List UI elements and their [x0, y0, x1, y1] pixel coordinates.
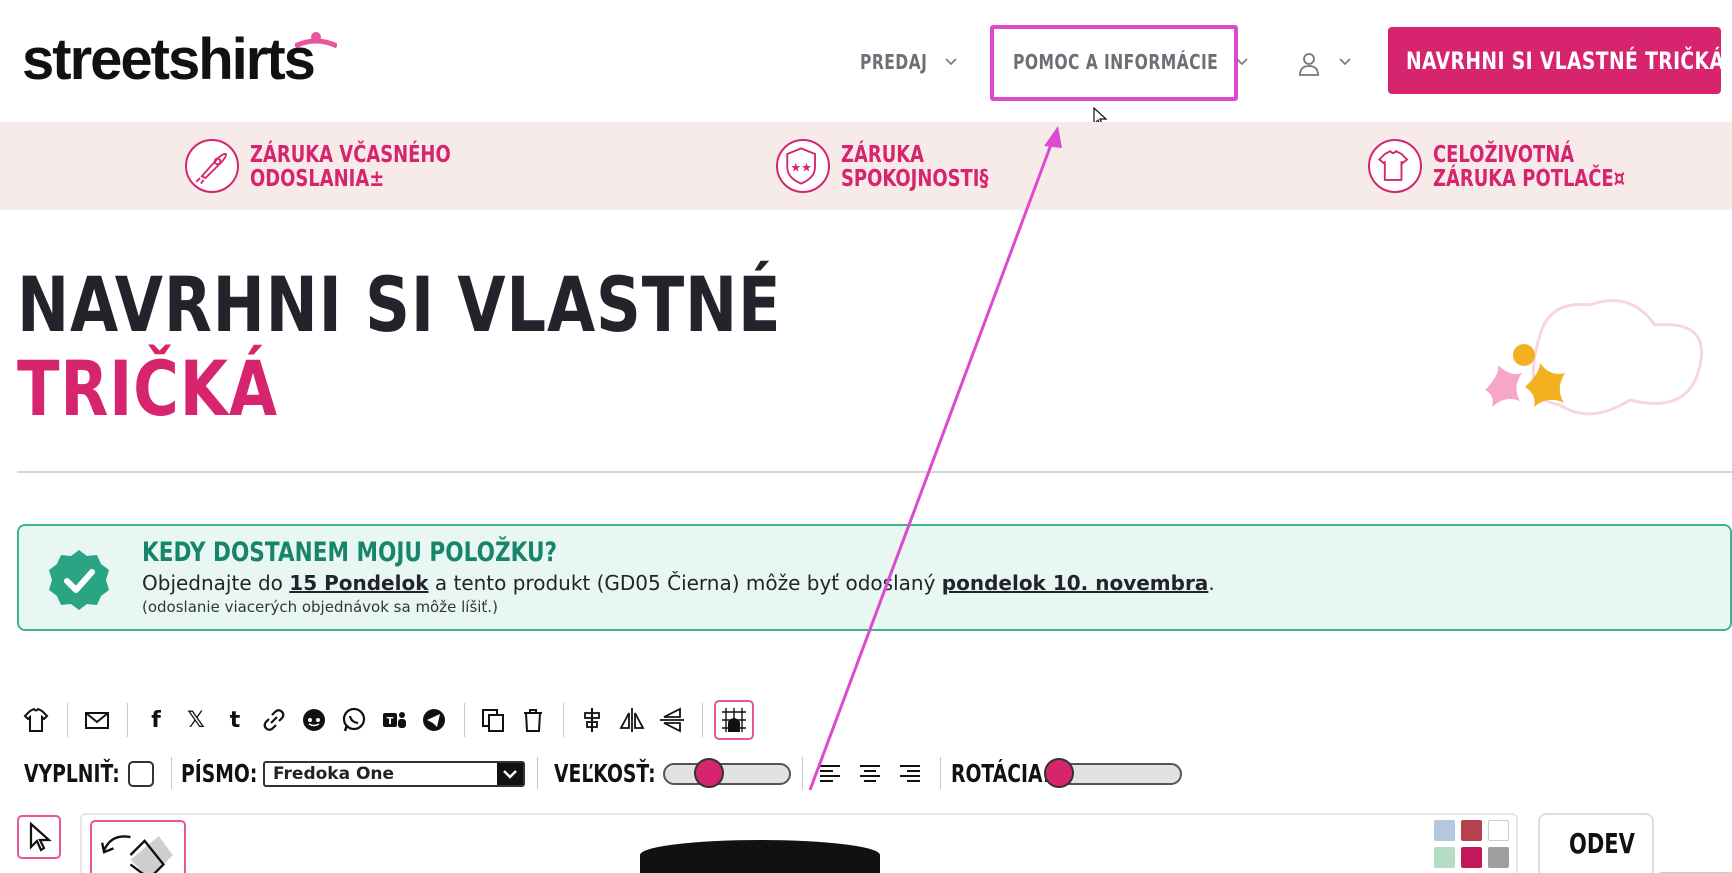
flip-vertical-icon[interactable]: [657, 705, 687, 735]
grid-snap-toggle[interactable]: [714, 700, 754, 740]
cta-label: NAVRHNI SI VLASTNÉ TRIČKÁ: [1406, 47, 1725, 75]
whatsapp-icon[interactable]: [339, 705, 369, 735]
font-select[interactable]: Fredoka One: [263, 761, 525, 787]
guarantee-on-time-dispatch: ZÁRUKA VČASNÉHO ODOSLANIA±: [250, 143, 451, 191]
tshirt-print-icon: [1368, 139, 1422, 193]
toolbar-separator: [67, 703, 68, 737]
align-center-vertical-icon[interactable]: [577, 705, 607, 735]
tumblr-icon[interactable]: t: [220, 705, 250, 735]
font-select-value: Fredoka One: [273, 764, 395, 784]
color-swatch[interactable]: [1434, 847, 1455, 868]
toolbar-separator: [127, 703, 128, 737]
chevron-down-icon[interactable]: [1339, 58, 1351, 66]
notice-text-middle: a tento produkt (GD05 Čierna) môže byť o…: [428, 571, 942, 595]
toolbar-separator: [802, 757, 803, 789]
toolbar-separator: [171, 757, 172, 789]
design-thumbnail[interactable]: [90, 820, 186, 873]
color-swatch[interactable]: [1488, 847, 1509, 868]
toolbar-separator: [940, 757, 941, 789]
tab-odev-label: ODEV: [1569, 827, 1635, 860]
verified-check-icon: [49, 550, 109, 610]
select-tool-button[interactable]: [17, 815, 61, 859]
chevron-down-icon: [497, 763, 523, 785]
nav-pomoc-a-informacie[interactable]: POMOC A INFORMÁCIE: [1013, 50, 1218, 74]
notice-ship-date-link[interactable]: pondelok 10. novembra: [942, 571, 1209, 595]
svg-text:★★: ★★: [790, 161, 812, 175]
decorative-sparkles: [1485, 299, 1703, 416]
x-twitter-icon[interactable]: 𝕏: [181, 705, 211, 735]
streetshirts-logo[interactable]: streetshirts: [22, 28, 316, 92]
notice-text: Objednajte do 15 Pondelok a tento produk…: [142, 571, 1215, 595]
satisfaction-badge-icon: ★★: [776, 139, 830, 193]
design-your-own-shirts-button[interactable]: NAVRHNI SI VLASTNÉ TRIČKÁ: [1388, 27, 1725, 94]
toolbar-separator: [537, 757, 538, 789]
size-label: VEĽKOSŤ:: [554, 759, 656, 788]
guarantee-line: ODOSLANIA±: [250, 166, 385, 192]
toolbar-separator: [464, 703, 465, 737]
undo-design-icon: [101, 835, 173, 873]
tshirt-preview[interactable]: [640, 840, 880, 873]
guarantee-line: ZÁRUKA: [841, 142, 925, 168]
color-swatch[interactable]: [1461, 847, 1482, 868]
guarantee-line: ZÁRUKA VČASNÉHO: [250, 142, 451, 168]
size-slider[interactable]: [663, 763, 791, 785]
font-label: PÍSMO:: [181, 759, 258, 788]
pointer-icon: [29, 821, 52, 852]
toolbar-separator: [563, 703, 564, 737]
align-center-icon[interactable]: [855, 759, 885, 789]
nav-pomoc-label: POMOC A INFORMÁCIE: [1013, 50, 1219, 74]
notice-title: KEDY DOSTANEM MOJU POLOŽKU?: [142, 537, 558, 568]
align-left-icon[interactable]: [815, 759, 845, 789]
svg-text:T: T: [387, 716, 394, 727]
guarantee-line: SPOKOJNOSTI§: [841, 166, 989, 192]
page-title-line2: TRIČKÁ: [17, 344, 278, 433]
color-swatch[interactable]: [1434, 820, 1455, 841]
color-swatch[interactable]: [1461, 820, 1482, 841]
email-icon[interactable]: [82, 705, 112, 735]
grid-snap-icon: [722, 708, 746, 732]
chevron-down-icon[interactable]: [945, 58, 957, 66]
guarantee-lifetime-print: CELOŽIVOTNÁ ZÁRUKA POTLAČE¤: [1433, 143, 1625, 191]
section-divider: [17, 471, 1732, 473]
guarantee-line: CELOŽIVOTNÁ: [1433, 142, 1575, 168]
facebook-icon[interactable]: f: [141, 705, 171, 735]
link-icon[interactable]: [259, 705, 289, 735]
teams-icon[interactable]: T: [379, 705, 409, 735]
tshirt-icon[interactable]: [21, 705, 51, 735]
guarantee-line: ZÁRUKA POTLAČE¤: [1433, 166, 1626, 192]
notice-text-before: Objednajte do: [142, 571, 290, 595]
nav-predaj-label: PREDAJ: [860, 50, 928, 74]
nav-predaj[interactable]: PREDAJ: [860, 50, 927, 74]
duplicate-icon[interactable]: [478, 705, 508, 735]
telegram-icon[interactable]: [419, 705, 449, 735]
user-account-icon[interactable]: [1298, 52, 1320, 76]
page-title-line1: NAVRHNI SI VLASTNÉ: [17, 260, 782, 349]
rotation-label: ROTÁCIA:: [951, 759, 1051, 788]
rocket-icon: [185, 139, 239, 193]
align-right-icon[interactable]: [895, 759, 925, 789]
notice-text-end: .: [1208, 571, 1215, 595]
chevron-down-icon[interactable]: [1236, 58, 1248, 66]
notice-small-print: (odoslanie viacerých objednávok sa môže …: [142, 598, 498, 616]
toolbar-separator: [702, 703, 703, 737]
trash-icon[interactable]: [518, 705, 548, 735]
fill-checkbox[interactable]: [128, 761, 154, 787]
flip-horizontal-icon[interactable]: [617, 705, 647, 735]
logo-person-icon: [295, 32, 337, 48]
guarantee-satisfaction: ZÁRUKA SPOKOJNOSTI§: [841, 143, 988, 191]
rotation-slider-handle[interactable]: [1044, 758, 1074, 788]
fill-label: VYPLNIŤ:: [24, 759, 120, 788]
color-swatch[interactable]: [1488, 820, 1509, 841]
reddit-icon[interactable]: [299, 705, 329, 735]
tab-odev[interactable]: ODEV: [1538, 813, 1654, 873]
notice-deadline-link[interactable]: 15 Pondelok: [289, 571, 428, 595]
